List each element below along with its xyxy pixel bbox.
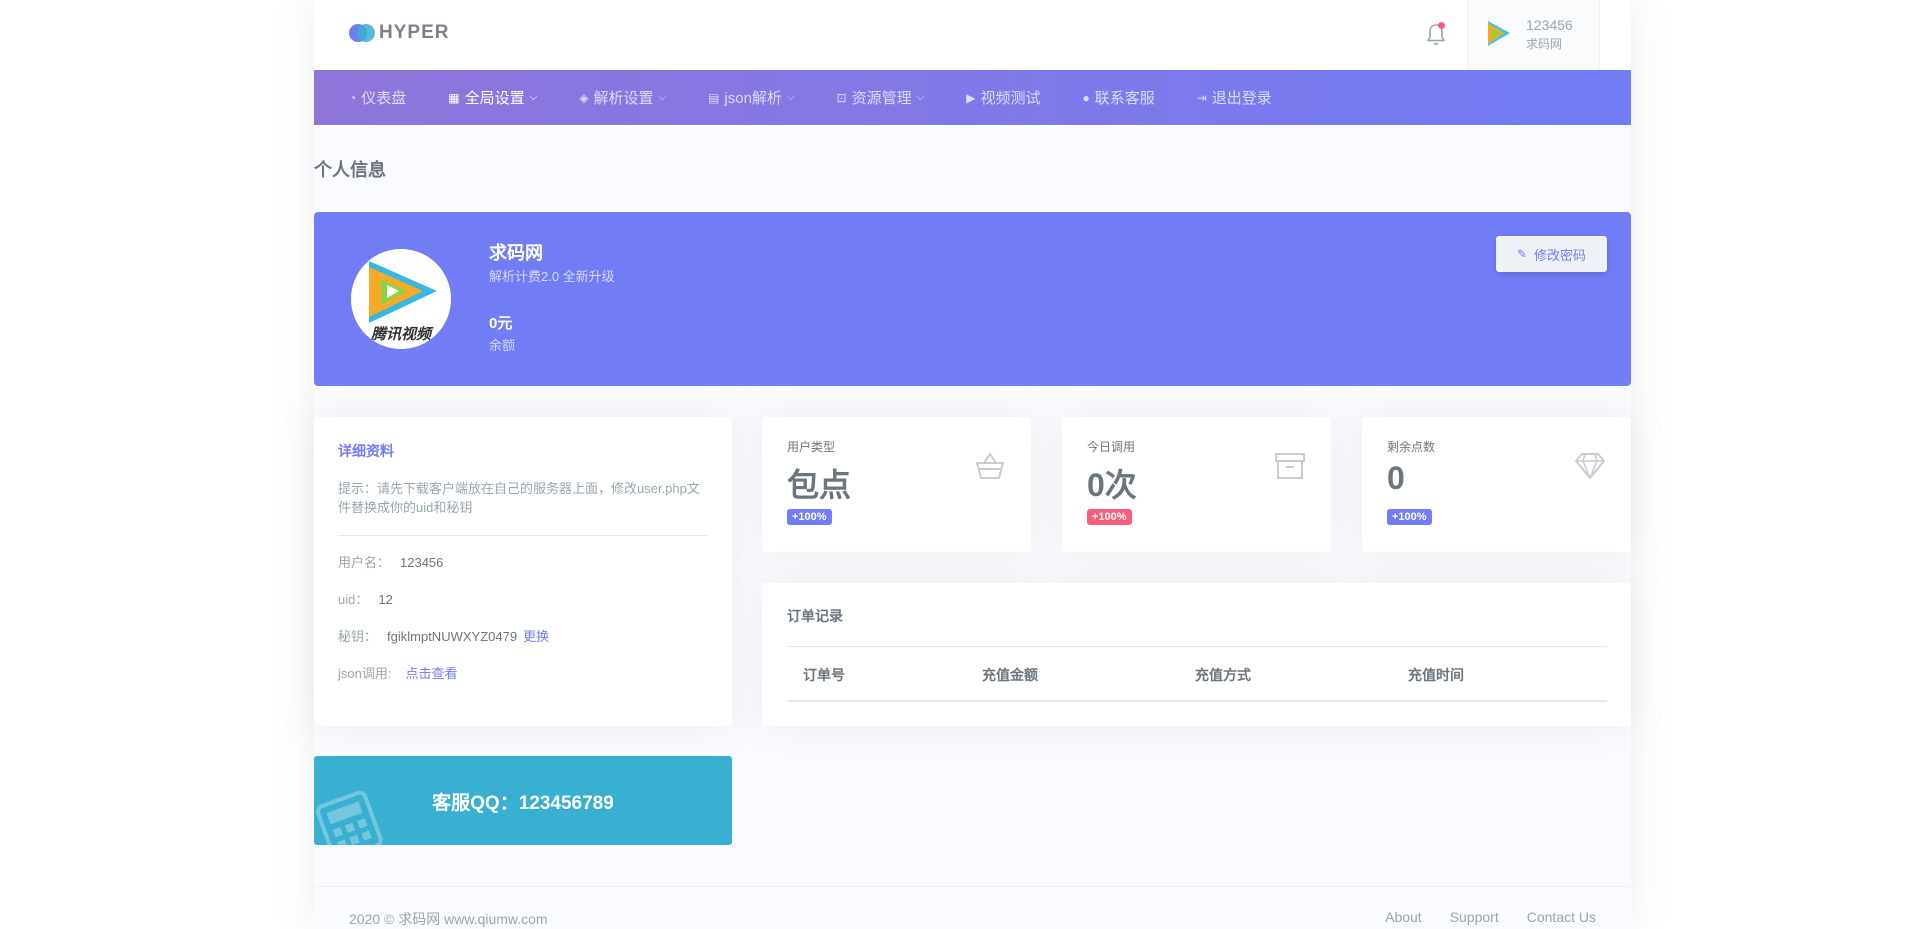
stat-card-today-calls: 今日调用 0次 +100% — [1062, 417, 1331, 552]
user-edit-icon: ✎ — [1516, 247, 1528, 261]
change-key-link[interactable]: 更换 — [523, 629, 549, 644]
stat-card-user-type: 用户类型 包点 +100% — [762, 417, 1031, 552]
column-header: 充值金额 — [982, 667, 1038, 683]
diamond-icon — [1573, 449, 1607, 483]
stat-label: 今日调用 — [1087, 440, 1136, 454]
orders-card: 订单记录 订单号 充值金额 充值方式 充值时间 — [762, 583, 1631, 726]
notification-dot — [1438, 22, 1445, 29]
nav-item-dashboard[interactable]: ◔ 仪表盘 — [349, 87, 406, 108]
orders-table: 订单号 充值金额 充值方式 充值时间 — [787, 646, 1607, 702]
footer-link-about[interactable]: About — [1385, 909, 1422, 925]
qq-text: 客服QQ：123456789 — [432, 793, 614, 814]
main-nav: ◔ 仪表盘 ▦ 全局设置 ⌵ ◈ 解析设置 ⌵ ▤ json解析 ⌵ ⊡ 资源管理 ⌵ ▶ 视频测试… — [314, 70, 1631, 125]
nav-item-json-parse[interactable]: ▤ json解析 ⌵ — [708, 87, 794, 108]
dashboard-icon: ◔ — [349, 90, 357, 105]
stat-badge: +100% — [1387, 509, 1432, 525]
basket-icon — [973, 449, 1007, 483]
footer-links: About Support Contact Us — [1357, 909, 1596, 925]
key-row: 秘钥： fgiklmptNUWXYZ0479 更换 — [338, 629, 550, 644]
resource-icon: ⊡ — [836, 90, 847, 105]
footer: 2020 © 求码网 www.qiumw.com About Support C… — [314, 886, 1631, 929]
nav-item-resource-management[interactable]: ⊡ 资源管理 ⌵ — [837, 87, 925, 108]
file-icon: ▤ — [708, 90, 720, 105]
stat-value: 0 — [1387, 460, 1405, 496]
chevron-down-icon: ⌵ — [916, 92, 925, 103]
orders-title: 订单记录 — [787, 608, 843, 624]
uid-value: 12 — [378, 592, 393, 607]
stat-value: 包点 — [787, 467, 852, 503]
chevron-down-icon: ⌵ — [786, 92, 795, 103]
uid-row: uid： 12 — [338, 592, 393, 607]
divider — [338, 535, 708, 536]
stat-card-remaining-points: 剩余点数 0 +100% — [1362, 417, 1631, 552]
change-password-button[interactable]: ✎ 修改密码 — [1496, 236, 1607, 272]
stat-badge: +100% — [1087, 509, 1132, 525]
profile-banner: 腾讯视频 求码网 解析计费2.0 全新升级 0元 余额 ✎ 修改密码 — [314, 212, 1631, 386]
copyright: 2020 © 求码网 www.qiumw.com — [349, 911, 548, 927]
username-value: 123456 — [400, 555, 444, 570]
detail-card: 详细资料 提示：请先下载客户端放在自己的服务器上面，修改user.php文件替换… — [314, 417, 732, 726]
json-row: json调用: 点击查看 — [338, 666, 458, 681]
logo[interactable]: HYPER — [349, 22, 449, 44]
user-circle-icon: ● — [1082, 90, 1090, 105]
avatar-caption: 腾讯视频 — [370, 325, 434, 343]
column-header: 充值时间 — [1408, 667, 1464, 683]
user-name: 123456 — [1526, 17, 1573, 33]
detail-tip: 提示：请先下载客户端放在自己的服务器上面，修改user.php文件替换成你的ui… — [338, 481, 700, 515]
logo-icon — [349, 24, 375, 42]
logo-text: HYPER — [379, 22, 450, 43]
nav-item-contact-support[interactable]: ● 联系客服 — [1082, 87, 1154, 108]
footer-link-contact[interactable]: Contact Us — [1527, 909, 1596, 925]
username-row: 用户名： 123456 — [338, 555, 444, 570]
archive-icon — [1273, 449, 1307, 483]
nav-item-video-test[interactable]: ▶ 视频测试 — [966, 87, 1040, 108]
stat-label: 剩余点数 — [1387, 440, 1436, 454]
layers-icon: ◈ — [579, 90, 589, 105]
balance-label: 余额 — [489, 338, 516, 353]
footer-link-support[interactable]: Support — [1450, 909, 1499, 925]
nav-item-global-settings[interactable]: ▦ 全局设置 ⌵ — [448, 87, 537, 108]
qq-support-card[interactable]: 客服QQ：123456789 — [314, 756, 732, 845]
balance-value: 0元 — [489, 315, 513, 332]
column-header: 订单号 — [803, 667, 845, 683]
profile-avatar: 腾讯视频 — [351, 249, 451, 349]
nav-item-logout[interactable]: ⇥ 退出登录 — [1197, 87, 1272, 108]
grid-icon: ▦ — [448, 90, 460, 105]
nav-item-parse-settings[interactable]: ◈ 解析设置 ⌵ — [579, 87, 666, 108]
profile-name: 求码网 — [489, 243, 543, 263]
stat-label: 用户类型 — [787, 440, 836, 454]
logout-icon: ⇥ — [1196, 90, 1207, 105]
chevron-down-icon: ⌵ — [658, 92, 667, 103]
user-avatar — [1484, 18, 1512, 50]
user-menu[interactable]: 123456 求码网 — [1467, 0, 1600, 70]
page-container: HYPER 123456 求码网 ◔仪表盘 ▦全局设置⌵ ◈解析设置⌵ — [314, 0, 1631, 929]
profile-subtitle: 解析计费2.0 全新升级 — [489, 269, 615, 284]
stat-badge: +100% — [787, 509, 832, 525]
topbar: HYPER 123456 求码网 — [314, 0, 1631, 70]
bell-icon[interactable] — [1424, 22, 1448, 48]
column-header: 充值方式 — [1195, 667, 1251, 683]
user-subtitle: 求码网 — [1526, 37, 1563, 51]
detail-title: 详细资料 — [338, 443, 394, 459]
page-title: 个人信息 — [314, 160, 386, 180]
chevron-down-icon: ⌵ — [529, 92, 538, 103]
key-value: fgiklmptNUWXYZ0479 — [387, 629, 518, 644]
stat-value: 0次 — [1087, 467, 1137, 503]
youtube-icon: ▶ — [966, 90, 976, 105]
view-json-link[interactable]: 点击查看 — [405, 666, 457, 681]
